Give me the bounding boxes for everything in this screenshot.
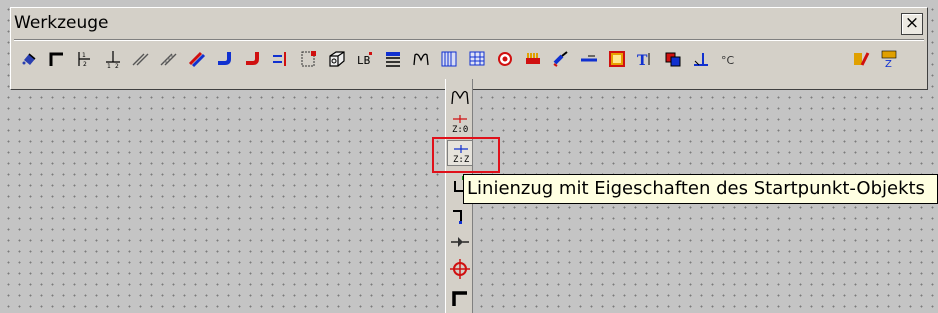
formula-icon[interactable]: Z — [878, 48, 900, 70]
table-icon[interactable] — [466, 48, 488, 70]
layer-color-icon[interactable] — [850, 48, 872, 70]
column-grid-icon[interactable] — [438, 48, 460, 70]
zero-value-icon[interactable]: Z:0 — [447, 111, 473, 137]
polyline-icon[interactable] — [410, 48, 432, 70]
heater-icon[interactable] — [522, 48, 544, 70]
crosshair-icon[interactable] — [447, 256, 473, 282]
title-separator — [14, 39, 924, 41]
double-line-icon[interactable] — [130, 48, 152, 70]
highlight-box — [432, 137, 500, 173]
polyline-icon[interactable] — [447, 84, 473, 110]
text-block-icon[interactable]: LB — [354, 48, 376, 70]
tooltip: Linienzug mit Eigeschaften des Startpunk… — [463, 174, 938, 204]
dim-vertical-icon[interactable]: 12 — [102, 48, 124, 70]
pipe-elbow-red-icon[interactable] — [242, 48, 264, 70]
rectangle-icon[interactable] — [606, 48, 628, 70]
toolbar: 12 12 LB T °C Z — [14, 48, 904, 72]
circle-point-icon[interactable] — [494, 48, 516, 70]
temperature-icon[interactable]: °C — [718, 48, 740, 70]
cube-icon[interactable] — [326, 48, 348, 70]
angle-icon[interactable] — [46, 48, 68, 70]
brush-icon[interactable] — [550, 48, 572, 70]
dimension-arrow-icon[interactable] — [690, 48, 712, 70]
svg-text:Z: Z — [885, 59, 892, 70]
svg-text:LB: LB — [357, 54, 371, 67]
line-tool-icon[interactable] — [578, 48, 600, 70]
distributor-icon[interactable] — [270, 48, 292, 70]
title-bar[interactable]: Werkzeuge × — [14, 11, 924, 37]
lines-stack-icon[interactable] — [382, 48, 404, 70]
dim-horizontal-icon[interactable]: 12 — [74, 48, 96, 70]
corner-line-icon[interactable] — [447, 284, 473, 310]
svg-text:2: 2 — [115, 63, 119, 70]
copy-tool-icon[interactable] — [662, 48, 684, 70]
svg-text:2: 2 — [83, 61, 87, 68]
zero-value-label: Z:0 — [452, 125, 468, 135]
svg-text:1: 1 — [107, 63, 111, 70]
arrow-through-icon[interactable] — [447, 229, 473, 255]
pipe-blue-red-icon[interactable] — [186, 48, 208, 70]
window-title: Werkzeuge — [14, 13, 109, 33]
double-line-hatched-icon[interactable] — [158, 48, 180, 70]
svg-text:°C: °C — [721, 54, 735, 67]
text-tool-icon[interactable]: T — [634, 48, 656, 70]
step-line-icon[interactable] — [447, 203, 473, 229]
pipe-elbow-blue-icon[interactable] — [214, 48, 236, 70]
tools-window: Werkzeuge × 12 12 LB T °C Z — [10, 7, 928, 90]
svg-text:1: 1 — [82, 52, 86, 59]
grid-table-icon[interactable] — [298, 48, 320, 70]
svg-text:T: T — [637, 53, 648, 69]
bucket-icon[interactable] — [18, 48, 40, 70]
close-button[interactable]: × — [901, 13, 923, 35]
